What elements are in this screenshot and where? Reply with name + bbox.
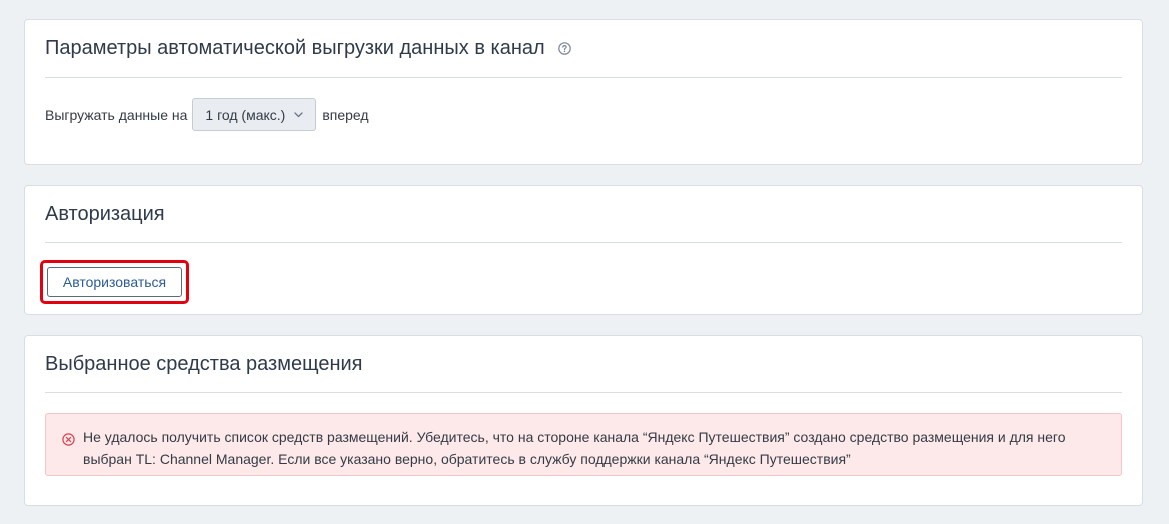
error-alert: Не удалось получить список средств разме… [45, 413, 1122, 476]
export-params-title: Параметры автоматической выгрузки данных… [45, 37, 545, 59]
help-circle-icon[interactable] [558, 42, 572, 56]
export-period-label: Выгружать данные на [45, 106, 188, 123]
export-period-suffix: вперед [322, 106, 369, 123]
error-circle-icon [62, 430, 75, 446]
authorize-button[interactable]: Авторизоваться [47, 267, 182, 297]
authorize-button-highlight: Авторизоваться [40, 260, 189, 304]
export-params-card: Параметры автоматической выгрузки данных… [24, 19, 1143, 165]
export-params-header: Параметры автоматической выгрузки данных… [45, 20, 1122, 78]
authorization-card: Авторизация Авторизоваться [24, 185, 1143, 315]
error-message: Не удалось получить список средств разме… [83, 426, 1105, 475]
selected-accommodation-title: Выбранное средства размещения [45, 352, 363, 375]
authorization-title: Авторизация [45, 202, 165, 225]
selected-accommodation-card: Выбранное средства размещения Не удалось… [24, 335, 1143, 506]
error-message-line-2: выбран TL: Channel Manager. Если все ука… [83, 451, 851, 467]
export-period-value: 1 год (макс.) [205, 106, 286, 123]
error-message-line-1: Не удалось получить список средств разме… [83, 429, 1066, 445]
export-period-row: Выгружать данные на 1 год (макс.) вперед [45, 98, 369, 131]
chevron-down-icon [294, 111, 303, 118]
export-period-select[interactable]: 1 год (макс.) [192, 98, 317, 131]
selected-accommodation-header: Выбранное средства размещения [45, 336, 1122, 393]
authorization-header: Авторизация [45, 186, 1122, 243]
